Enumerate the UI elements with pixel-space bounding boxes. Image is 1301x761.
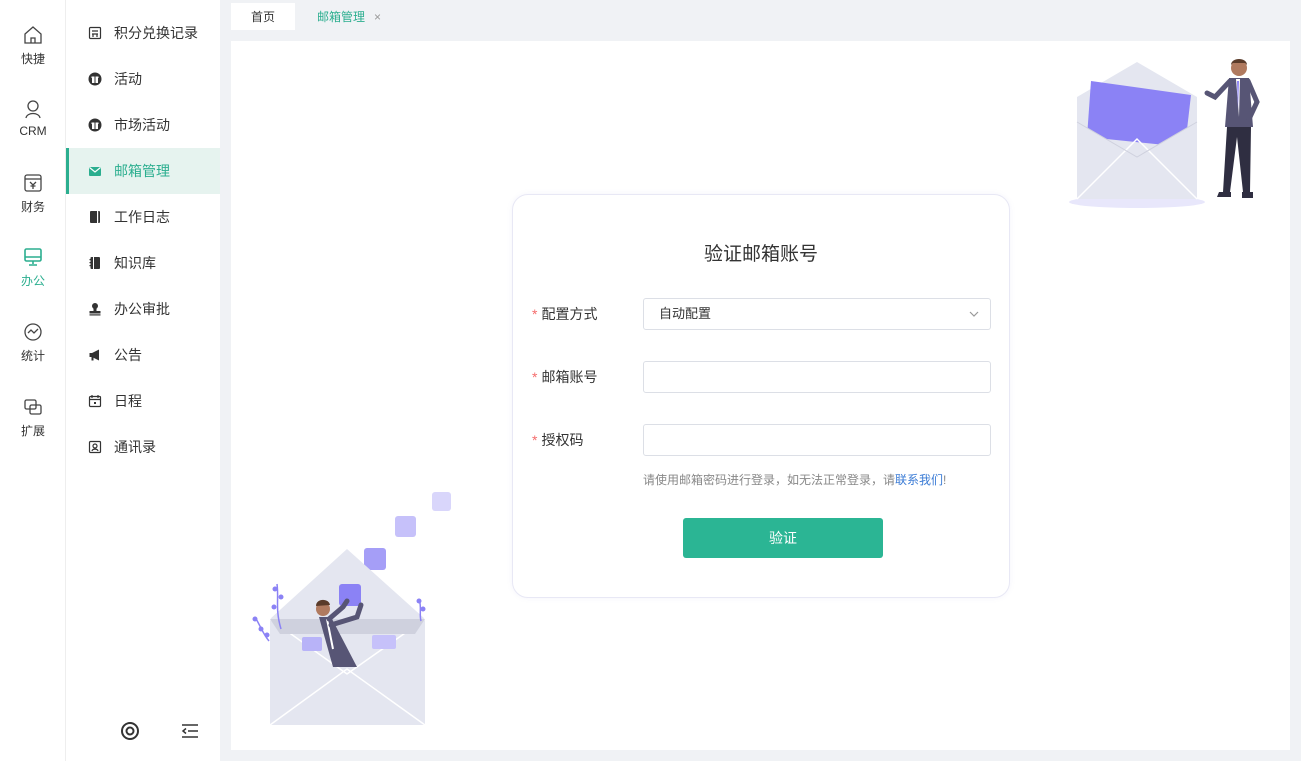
rail-item-label: CRM — [19, 124, 47, 138]
mail-account-label-text: 邮箱账号 — [541, 369, 598, 385]
auth-code-row: * 授权码 — [513, 424, 1009, 456]
menu-item-work-log[interactable]: 工作日志 — [66, 194, 220, 240]
rail-item-finance[interactable]: 财务 — [0, 172, 66, 215]
chevron-down-icon — [969, 311, 979, 317]
menu-item-label: 积分兑换记录 — [114, 25, 198, 41]
menu-item-label: 市场活动 — [114, 117, 170, 133]
rail-item-label: 快捷 — [20, 52, 45, 66]
menu-item-activity[interactable]: 活动 — [66, 56, 220, 102]
contacts-icon — [88, 440, 102, 454]
menu-item-label: 通讯录 — [114, 439, 156, 455]
gift-icon — [88, 72, 102, 86]
menu-item-label: 活动 — [114, 71, 142, 87]
rail-item-label: 办公 — [20, 274, 45, 288]
mail-account-input[interactable] — [643, 361, 991, 393]
extend-icon — [24, 399, 42, 415]
finance-icon — [24, 174, 42, 192]
menu-item-label: 知识库 — [114, 255, 156, 271]
menu-footer — [66, 719, 220, 743]
menu-item-office-approval[interactable]: 办公审批 — [66, 286, 220, 332]
mail-icon — [88, 164, 102, 178]
menu-item-schedule[interactable]: 日程 — [66, 378, 220, 424]
points-record-icon — [88, 26, 102, 40]
stamp-icon — [88, 302, 102, 316]
settings-icon — [121, 722, 139, 740]
menu-item-market-activity[interactable]: 市场活动 — [66, 102, 220, 148]
mail-account-label: * 邮箱账号 — [532, 361, 597, 393]
rail-item-extend[interactable]: 扩展 — [0, 396, 66, 439]
rail-item-shortcut[interactable]: 快捷 — [0, 24, 66, 67]
megaphone-icon — [88, 348, 102, 362]
required-mark: * — [532, 432, 538, 448]
primary-nav-rail: 快捷 CRM 财务 办公 统计 扩展 — [0, 0, 66, 761]
monitor-icon — [24, 248, 42, 266]
contact-us-link[interactable]: 联系我们 — [895, 473, 943, 487]
collapse-menu-icon — [181, 724, 198, 738]
hint-text: 请使用邮箱密码进行登录，如无法正常登录，请 — [643, 473, 896, 487]
verify-mail-card: 验证邮箱账号 * 配置方式 自动配置 * 邮箱账号 * 授权码 请使用邮箱密码进行登录… — [512, 194, 1010, 598]
close-icon[interactable]: × — [374, 10, 381, 24]
login-hint: 请使用邮箱密码进行登录，如无法正常登录，请联系我们! — [643, 471, 946, 488]
home-icon — [24, 26, 42, 44]
menu-item-mail-management[interactable]: 邮箱管理 — [66, 148, 220, 194]
tab-label: 邮箱管理 — [317, 10, 366, 24]
menu-item-label: 工作日志 — [114, 209, 170, 225]
rail-item-label: 扩展 — [20, 424, 45, 438]
chart-circle-icon — [24, 323, 42, 341]
menu-item-label: 公告 — [114, 347, 142, 363]
auth-code-label: * 授权码 — [532, 424, 583, 456]
gift-icon — [88, 118, 102, 132]
verify-button[interactable]: 验证 — [683, 518, 883, 558]
required-mark: * — [532, 369, 538, 385]
rail-item-label: 财务 — [20, 200, 45, 214]
config-method-select[interactable]: 自动配置 — [643, 298, 991, 330]
menu-item-knowledge-base[interactable]: 知识库 — [66, 240, 220, 286]
config-method-value: 自动配置 — [659, 306, 712, 321]
mail-account-row: * 邮箱账号 — [513, 361, 1009, 393]
rail-item-office[interactable]: 办公 — [0, 246, 66, 289]
config-method-row: * 配置方式 自动配置 — [513, 298, 1009, 330]
required-mark: * — [532, 306, 538, 322]
auth-code-label-text: 授权码 — [541, 432, 584, 448]
tab-mail-management[interactable]: 邮箱管理 × — [297, 3, 402, 30]
envelope-businessman-illustration — [1069, 59, 1260, 208]
rail-item-stats[interactable]: 统计 — [0, 321, 66, 364]
menu-item-label: 邮箱管理 — [114, 163, 170, 179]
secondary-menu: 积分兑换记录 活动 市场活动 邮箱管理 工作日志 知识库 办公审批 公告 日程 … — [66, 0, 220, 761]
main-content: 验证邮箱账号 * 配置方式 自动配置 * 邮箱账号 * 授权码 请使用邮箱密码进行登录… — [231, 41, 1290, 750]
card-title: 验证邮箱账号 — [703, 244, 818, 265]
rail-item-label: 统计 — [20, 349, 45, 363]
rail-item-crm[interactable]: CRM — [0, 98, 66, 138]
user-icon — [25, 100, 41, 119]
tab-label: 首页 — [251, 10, 276, 24]
menu-item-contacts[interactable]: 通讯录 — [66, 424, 220, 470]
calendar-icon — [88, 394, 102, 408]
collapse-menu-button[interactable] — [178, 719, 202, 743]
config-method-label-text: 配置方式 — [541, 306, 598, 322]
menu-item-label: 办公审批 — [114, 301, 170, 317]
book-icon — [88, 210, 102, 224]
menu-item-label: 日程 — [114, 393, 142, 409]
auth-code-input[interactable] — [643, 424, 991, 456]
menu-item-announcement[interactable]: 公告 — [66, 332, 220, 378]
tab-home[interactable]: 首页 — [231, 3, 296, 30]
page-tabs: 首页 邮箱管理 × — [231, 3, 403, 30]
open-envelope-illustration — [252, 492, 451, 726]
menu-item-points-record[interactable]: 积分兑换记录 — [66, 10, 220, 56]
notebook-icon — [88, 256, 102, 270]
config-method-label: * 配置方式 — [532, 298, 597, 330]
hint-end: ! — [943, 473, 947, 487]
settings-button[interactable] — [118, 719, 142, 743]
